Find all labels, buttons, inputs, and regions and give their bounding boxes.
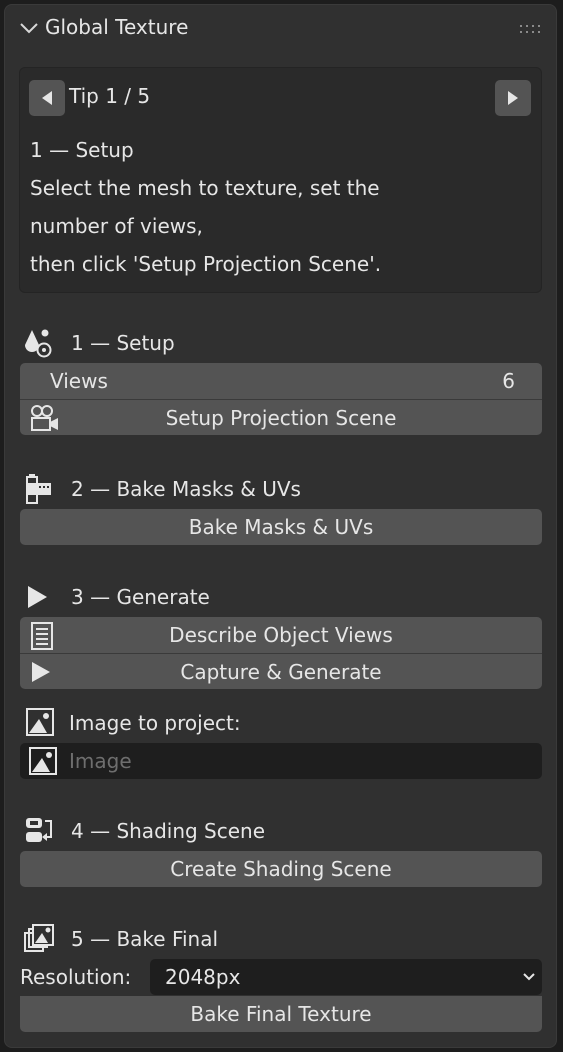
- triangle-right-icon: [508, 91, 518, 105]
- create-shading-scene-button[interactable]: Create Shading Scene: [20, 851, 542, 887]
- resolution-value: 2048px: [165, 965, 241, 989]
- tip-counter: Tip 1 / 5: [69, 84, 151, 108]
- bake-masks-uvs-button[interactable]: Bake Masks & UVs: [20, 509, 542, 545]
- camera-icon: [31, 405, 58, 431]
- setup-projection-scene-button[interactable]: Setup Projection Scene: [20, 399, 542, 435]
- section-shading-title: 4 — Shading Scene: [71, 819, 266, 843]
- play-icon: [32, 662, 50, 682]
- shapes-icon: [25, 329, 52, 358]
- play-icon: [28, 586, 47, 608]
- tip-line-1: 1 — Setup: [30, 138, 134, 162]
- chevron-down-icon[interactable]: [19, 21, 39, 35]
- setup-projection-scene-label: Setup Projection Scene: [165, 405, 397, 430]
- resolution-label: Resolution:: [20, 965, 132, 989]
- triangle-left-icon: [42, 91, 52, 105]
- tip-line-2: Select the mesh to texture, set the: [30, 176, 380, 200]
- section-bake-final-title: 5 — Bake Final: [71, 927, 219, 951]
- section-setup-title: 1 — Setup: [71, 331, 175, 355]
- next-tip-button[interactable]: [495, 80, 531, 116]
- tip-line-4: then click 'Setup Projection Scene'.: [30, 252, 382, 276]
- film-strip-icon: [26, 474, 51, 504]
- views-field[interactable]: Views 6: [20, 363, 542, 399]
- image-stack-icon: [24, 924, 54, 952]
- resolution-dropdown[interactable]: 2048px: [150, 959, 542, 995]
- views-value: 6: [502, 369, 515, 393]
- drag-grip-icon[interactable]: [519, 23, 543, 35]
- section-bake-masks-title: 2 — Bake Masks & UVs: [71, 477, 301, 501]
- tip-line-3: number of views,: [30, 214, 203, 238]
- global-texture-panel: Global Texture Tip 1 / 5 1 — Setup Selec…: [4, 4, 557, 1048]
- panel-title[interactable]: Global Texture: [45, 15, 188, 39]
- section-generate-title: 3 — Generate: [71, 585, 210, 609]
- bake-final-texture-label: Bake Final Texture: [190, 1002, 372, 1026]
- create-shading-scene-label: Create Shading Scene: [170, 857, 392, 881]
- describe-object-views-button[interactable]: Describe Object Views: [20, 617, 542, 653]
- image-to-project-label: Image to project:: [69, 711, 241, 735]
- capture-generate-button[interactable]: Capture & Generate: [20, 653, 542, 689]
- views-label: Views: [50, 369, 108, 393]
- describe-object-views-label: Describe Object Views: [169, 623, 393, 647]
- bake-final-texture-button[interactable]: Bake Final Texture: [20, 996, 542, 1032]
- prev-tip-button[interactable]: [29, 80, 65, 116]
- image-icon: [29, 747, 57, 775]
- capture-generate-label: Capture & Generate: [180, 659, 382, 684]
- bake-masks-uvs-label: Bake Masks & UVs: [188, 515, 374, 539]
- shading-scene-icon: [26, 818, 52, 842]
- image-picker-field[interactable]: Image: [20, 743, 542, 779]
- image-placeholder: Image: [69, 749, 132, 773]
- tip-box: Tip 1 / 5 1 — Setup Select the mesh to t…: [19, 67, 542, 293]
- text-lines-icon: [31, 622, 53, 650]
- chevron-down-icon: [523, 973, 535, 981]
- image-icon: [26, 708, 54, 736]
